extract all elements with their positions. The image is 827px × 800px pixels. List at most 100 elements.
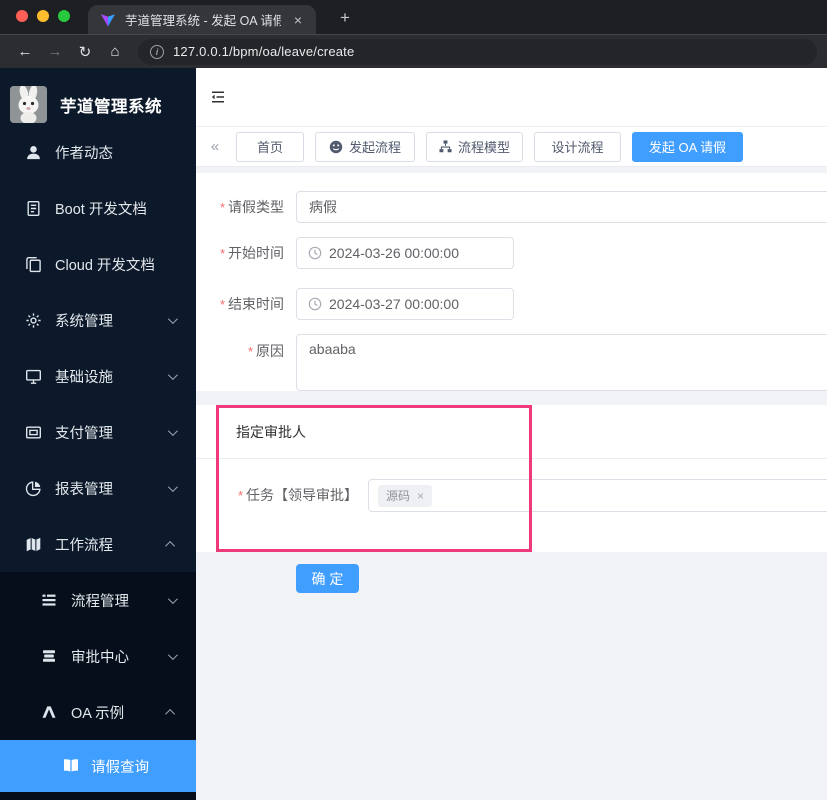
site-info-icon[interactable]: i xyxy=(150,44,164,59)
end-time-row: * 结束时间 2024-03-27 00:00:00 xyxy=(196,288,514,321)
tag-close-icon[interactable]: × xyxy=(417,490,424,502)
sidebar-item-author-news[interactable]: 作者动态 xyxy=(0,124,196,180)
app-frame: 芋道管理系统 作者动态 Boot 开发文档 Cloud 开发文档 系统管理 基础… xyxy=(0,68,827,800)
forward-icon[interactable]: → xyxy=(40,43,70,60)
required-mark: * xyxy=(219,297,225,312)
browser-tab[interactable]: 芋道管理系统 - 发起 OA 请假 × xyxy=(88,5,316,34)
smiley-icon xyxy=(329,140,343,154)
page-content: * 请假类型 病假 * 开始时间 2024-03-26 00:00:00 * 结… xyxy=(196,168,827,800)
sidebar-item-oa-example[interactable]: OA 示例 xyxy=(0,684,196,740)
approver-task-label: * 任务【领导审批】 xyxy=(237,487,358,503)
end-time-value: 2024-03-27 00:00:00 xyxy=(329,296,459,312)
logo-avatar xyxy=(10,86,47,123)
sidebar-item-workflow[interactable]: 工作流程 xyxy=(0,516,196,572)
monitor-icon xyxy=(25,368,42,385)
sidebar-item-cloud-docs[interactable]: Cloud 开发文档 xyxy=(0,236,196,292)
leave-form-card: * 请假类型 病假 * 开始时间 2024-03-26 00:00:00 * 结… xyxy=(196,173,827,391)
sidebar-item-system[interactable]: 系统管理 xyxy=(0,292,196,348)
sidebar-item-label: OA 示例 xyxy=(71,705,125,722)
sidebar-item-label: 报表管理 xyxy=(55,481,113,498)
chevron-down-icon xyxy=(167,369,178,380)
home-icon[interactable]: ⌂ xyxy=(100,43,130,60)
approver-select[interactable]: 源码 × xyxy=(368,479,827,512)
address-bar[interactable]: i 127.0.0.1/bpm/oa/leave/create xyxy=(138,38,817,65)
sidebar-item-label: 工作流程 xyxy=(55,537,113,554)
reason-textarea[interactable]: abaaba xyxy=(296,334,827,391)
required-mark: * xyxy=(219,246,225,261)
sidebar-item-label: 基础设施 xyxy=(55,369,113,386)
map-icon xyxy=(25,536,42,553)
required-mark: * xyxy=(247,344,253,359)
tab-label: 发起 OA 请假 xyxy=(648,140,727,155)
approver-task-row: * 任务【领导审批】 源码 × xyxy=(196,479,827,512)
sidebar-item-leave-query[interactable]: 请假查询 xyxy=(0,740,196,792)
tab-label: 发起流程 xyxy=(348,140,401,155)
document-icon xyxy=(25,200,42,217)
gear-icon xyxy=(25,312,42,329)
sidebar-item-label: Cloud 开发文档 xyxy=(55,257,155,274)
main-header xyxy=(196,68,827,127)
sidebar-item-boot-docs[interactable]: Boot 开发文档 xyxy=(0,180,196,236)
tab-close-icon[interactable]: × xyxy=(290,11,306,29)
start-time-label: * 开始时间 xyxy=(219,245,284,261)
sidebar-item-label: Boot 开发文档 xyxy=(55,201,147,218)
tab-start-process[interactable]: 发起流程 xyxy=(315,131,415,162)
pie-chart-icon xyxy=(25,480,42,497)
sidebar-item-process-mgmt[interactable]: 流程管理 xyxy=(0,572,196,628)
sidebar-item-reports[interactable]: 报表管理 xyxy=(0,460,196,516)
app-title: 芋道管理系统 xyxy=(60,97,162,116)
close-window-button[interactable] xyxy=(16,10,28,22)
page-tabs-bar: « 首页 发起流程 流程模型 设计流程 发起 OA 请假 xyxy=(196,127,827,167)
new-tab-button[interactable]: + xyxy=(334,7,356,29)
tree-icon xyxy=(439,140,452,153)
leave-type-select[interactable]: 病假 xyxy=(296,191,827,223)
tab-home[interactable]: 首页 xyxy=(236,131,304,162)
collapse-tabs-icon[interactable]: « xyxy=(205,138,225,155)
end-time-input[interactable]: 2024-03-27 00:00:00 xyxy=(296,288,514,320)
start-time-input[interactable]: 2024-03-26 00:00:00 xyxy=(296,237,514,269)
tab-start-oa-leave[interactable]: 发起 OA 请假 xyxy=(632,131,743,162)
start-time-value: 2024-03-26 00:00:00 xyxy=(329,245,459,261)
chevron-up-icon xyxy=(165,540,176,551)
reason-label: * 原因 xyxy=(247,343,284,359)
url-text: 127.0.0.1/bpm/oa/leave/create xyxy=(173,44,355,59)
chevron-down-icon xyxy=(167,593,178,604)
clock-icon xyxy=(308,246,322,260)
reason-row: * 原因 abaaba xyxy=(196,334,827,391)
leave-type-value: 病假 xyxy=(309,199,337,215)
favicon xyxy=(100,12,116,28)
approver-tag[interactable]: 源码 × xyxy=(378,484,433,507)
fold-menu-icon[interactable] xyxy=(210,89,226,105)
sidebar-item-label: 流程管理 xyxy=(71,593,129,610)
required-mark: * xyxy=(237,488,243,503)
sidebar-menu: 作者动态 Boot 开发文档 Cloud 开发文档 系统管理 基础设施 支付管理… xyxy=(0,124,196,572)
reload-icon[interactable]: ↻ xyxy=(70,43,100,61)
tab-process-model[interactable]: 流程模型 xyxy=(426,131,523,162)
book-icon xyxy=(62,757,80,775)
zoom-window-button[interactable] xyxy=(58,10,70,22)
tab-label: 首页 xyxy=(256,140,283,155)
back-icon[interactable]: ← xyxy=(10,43,40,60)
sidebar-item-label: 系统管理 xyxy=(55,313,113,330)
sidebar: 芋道管理系统 作者动态 Boot 开发文档 Cloud 开发文档 系统管理 基础… xyxy=(0,68,196,800)
guide-icon xyxy=(41,704,58,721)
sidebar-item-payment[interactable]: 支付管理 xyxy=(0,404,196,460)
user-icon xyxy=(25,144,42,161)
chevron-down-icon xyxy=(167,425,178,436)
submit-button[interactable]: 确 定 xyxy=(296,564,359,593)
stack-icon xyxy=(41,648,58,665)
leave-type-row: * 请假类型 病假 xyxy=(196,191,827,224)
clock-icon xyxy=(308,297,322,311)
window-controls xyxy=(16,10,70,22)
chevron-down-icon xyxy=(167,649,178,660)
sidebar-item-approval-center[interactable]: 审批中心 xyxy=(0,628,196,684)
browser-tabstrip: 芋道管理系统 - 发起 OA 请假 × + xyxy=(0,0,827,34)
leave-type-label: * 请假类型 xyxy=(219,199,284,215)
start-time-row: * 开始时间 2024-03-26 00:00:00 xyxy=(196,237,514,270)
browser-chrome: 芋道管理系统 - 发起 OA 请假 × + ← → ↻ ⌂ i 127.0.0.… xyxy=(0,0,827,68)
approver-card: 指定审批人 * 任务【领导审批】 源码 × xyxy=(196,405,827,552)
sidebar-logo-row: 芋道管理系统 xyxy=(10,86,162,123)
minimize-window-button[interactable] xyxy=(37,10,49,22)
tab-design-process[interactable]: 设计流程 xyxy=(534,131,621,162)
sidebar-item-infrastructure[interactable]: 基础设施 xyxy=(0,348,196,404)
